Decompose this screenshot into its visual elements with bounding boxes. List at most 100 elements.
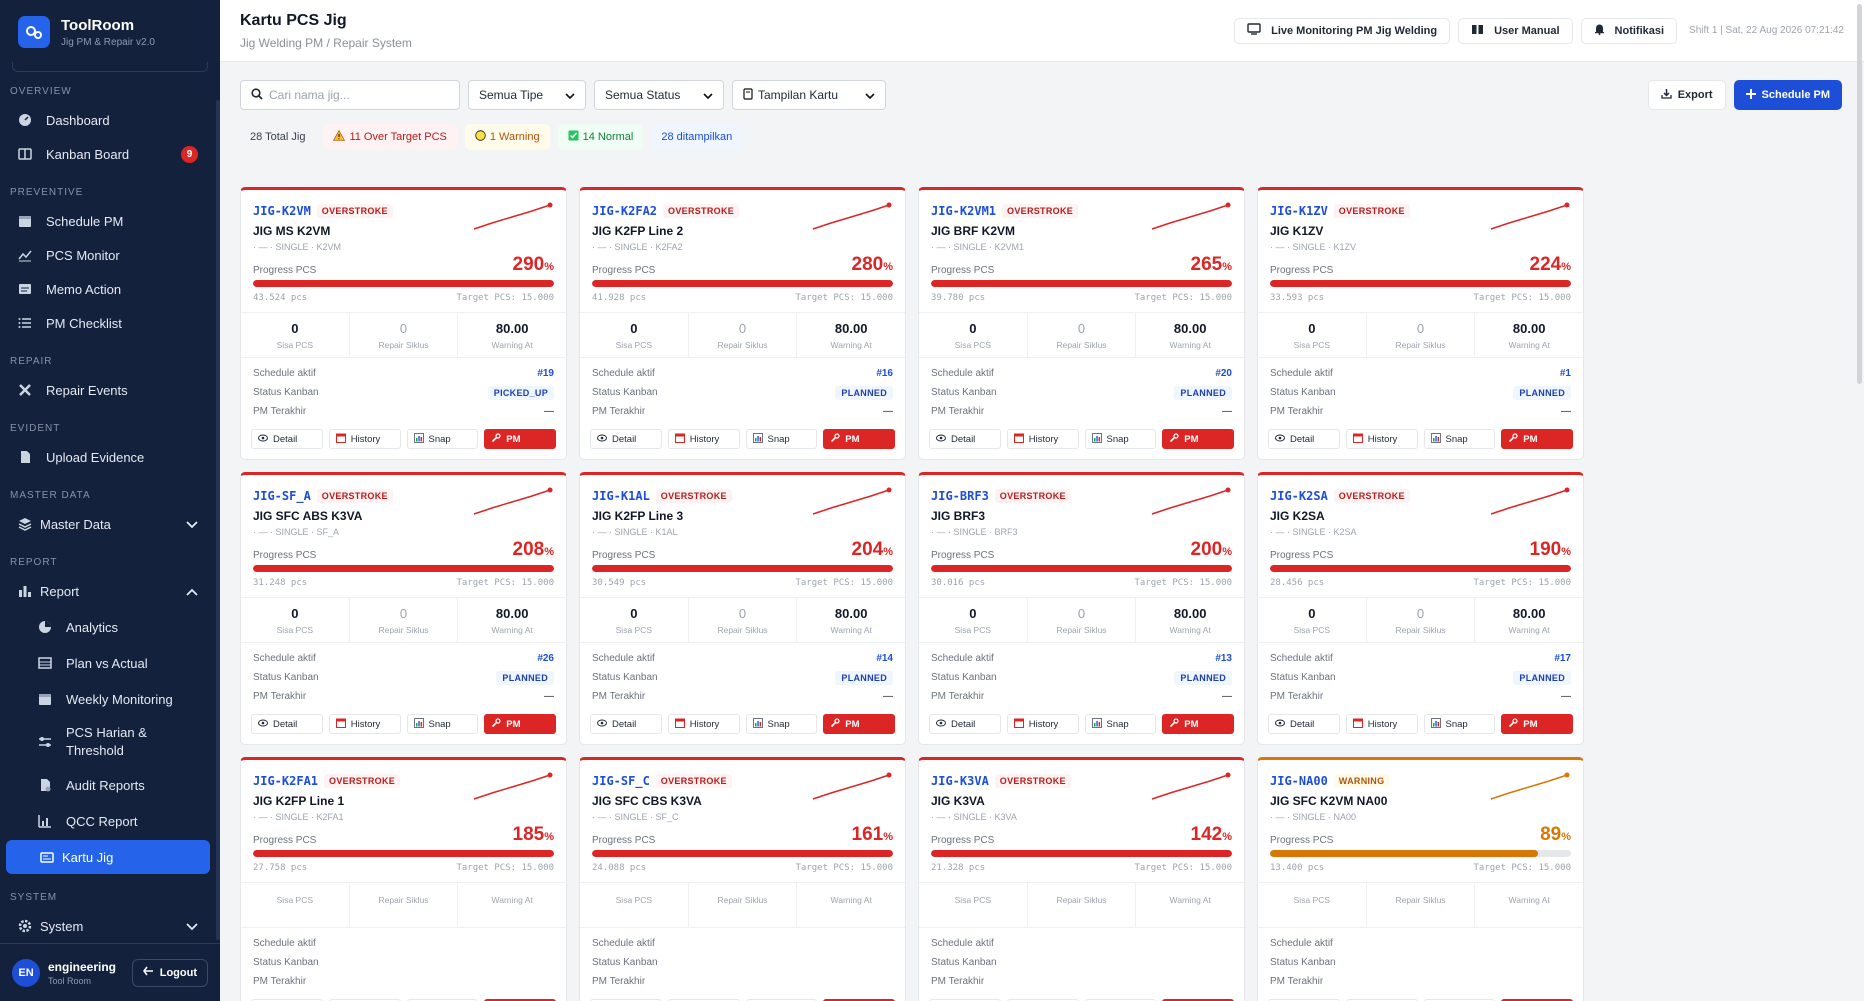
jig-card[interactable]: JIG-K2FA1 OVERSTROKE JIG K2FP Line 1 · — …: [240, 757, 567, 1001]
brand[interactable]: ToolRoom Jig PM & Repair v2.0: [0, 0, 220, 62]
schedule-link[interactable]: #13: [1215, 653, 1232, 664]
jig-card[interactable]: JIG-BRF3 OVERSTROKE JIG BRF3 · — · SINGLE…: [918, 472, 1245, 745]
sidebar-item-label: Kartu Jig: [62, 849, 114, 865]
main-scrollbar[interactable]: [1857, 4, 1862, 384]
sidebar-item-weekly-monitoring[interactable]: Weekly Monitoring: [0, 682, 220, 716]
jig-card[interactable]: JIG-SF_C OVERSTROKE JIG SFC CBS K3VA · — …: [579, 757, 906, 1001]
view-select[interactable]: Tampilan Kartu: [732, 80, 886, 110]
kpi-repair: 0 Repair Siklus: [1367, 598, 1476, 642]
snap-button[interactable]: Snap: [406, 429, 479, 449]
live-monitoring-button[interactable]: Live Monitoring PM Jig Welding: [1234, 17, 1451, 44]
snap-button[interactable]: Snap: [406, 714, 479, 734]
layers-icon: [16, 515, 34, 533]
sidebar-item-pm-checklist[interactable]: PM Checklist: [0, 306, 220, 340]
sidebar-item-upload-evidence[interactable]: Upload Evidence: [0, 440, 220, 474]
jig-card[interactable]: JIG-K1ZV OVERSTROKE JIG K1ZV · — · SINGLE…: [1257, 187, 1584, 460]
export-button[interactable]: Export: [1647, 80, 1726, 110]
schedule-link[interactable]: #16: [876, 368, 893, 379]
sidebar-item-pcs-monitor[interactable]: PCS Monitor: [0, 238, 220, 272]
type-select[interactable]: Semua Tipe: [468, 80, 586, 110]
schedule-link[interactable]: #26: [537, 653, 554, 664]
detail-button[interactable]: Detail: [929, 429, 1001, 449]
pm-button[interactable]: PM: [1501, 429, 1573, 449]
sidebar-item-schedule-pm[interactable]: Schedule PM: [0, 204, 220, 238]
pm-last-label: PM Terakhir: [592, 976, 646, 987]
schedule-link[interactable]: #17: [1554, 653, 1571, 664]
percent-sign: %: [1222, 831, 1232, 843]
history-button[interactable]: History: [328, 714, 401, 734]
detail-button[interactable]: Detail: [590, 714, 662, 734]
pm-button[interactable]: PM: [823, 714, 895, 734]
pm-button[interactable]: PM: [484, 714, 556, 734]
schedule-link[interactable]: #1: [1560, 368, 1571, 379]
detail-button[interactable]: Detail: [251, 714, 323, 734]
search-input[interactable]: Cari nama jig...: [240, 80, 460, 110]
jig-card[interactable]: JIG-NA00 WARNING JIG SFC K2VM NA00 · — · …: [1257, 757, 1584, 1001]
jig-card[interactable]: JIG-SF_A OVERSTROKE JIG SFC ABS K3VA · — …: [240, 472, 567, 745]
sidebar-item-label: Repair Events: [46, 382, 128, 398]
sidebar-item-kanban[interactable]: Kanban Board 9: [0, 137, 220, 171]
jig-card[interactable]: JIG-K2FA2 OVERSTROKE JIG K2FP Line 2 · — …: [579, 187, 906, 460]
snap-button[interactable]: Snap: [1084, 429, 1157, 449]
pm-button[interactable]: PM: [823, 429, 895, 449]
user-manual-button[interactable]: User Manual: [1458, 17, 1573, 44]
sidebar-item-system[interactable]: System: [0, 909, 220, 943]
jig-card[interactable]: JIG-K2SA OVERSTROKE JIG K2SA · — · SINGLE…: [1257, 472, 1584, 745]
sidebar-item-plan-vs-actual[interactable]: Plan vs Actual: [0, 646, 220, 680]
status-select[interactable]: Semua Status: [594, 80, 724, 110]
snap-button[interactable]: Snap: [1084, 714, 1157, 734]
detail-label: Detail: [612, 718, 637, 730]
history-button[interactable]: History: [667, 429, 740, 449]
snap-button[interactable]: Snap: [1423, 714, 1496, 734]
sidebar-item-analytics[interactable]: Analytics: [0, 610, 220, 644]
schedule-link[interactable]: #20: [1215, 368, 1232, 379]
sidebar: ToolRoom Jig PM & Repair v2.0 OVERVIEW D…: [0, 0, 220, 1001]
jig-card[interactable]: JIG-K2VM1 OVERSTROKE JIG BRF K2VM · — · S…: [918, 187, 1245, 460]
jig-code: JIG-SF_A: [253, 489, 311, 503]
history-button[interactable]: History: [1345, 714, 1418, 734]
eye-icon: [1275, 719, 1285, 730]
history-button[interactable]: History: [328, 429, 401, 449]
logout-label: Logout: [159, 966, 197, 979]
history-button[interactable]: History: [667, 714, 740, 734]
pm-button[interactable]: PM: [1162, 429, 1234, 449]
detail-button[interactable]: Detail: [590, 429, 662, 449]
sidebar-item-report[interactable]: Report: [0, 574, 220, 608]
logout-button[interactable]: Logout: [131, 958, 208, 987]
history-button[interactable]: History: [1345, 429, 1418, 449]
jig-card[interactable]: JIG-K2VM OVERSTROKE JIG MS K2VM · — · SIN…: [240, 187, 567, 460]
chevron-down-icon: [865, 88, 875, 102]
sidebar-item-kartu-jig[interactable]: Kartu Jig: [6, 840, 210, 874]
target-pcs: Target PCS: 15.000: [456, 578, 554, 588]
pm-button[interactable]: PM: [1501, 714, 1573, 734]
detail-button[interactable]: Detail: [1268, 429, 1340, 449]
sidebar-item-audit-reports[interactable]: Audit Reports: [0, 768, 220, 802]
snap-button[interactable]: Snap: [745, 714, 818, 734]
jig-card[interactable]: JIG-K3VA OVERSTROKE JIG K3VA · — · SINGLE…: [918, 757, 1245, 1001]
schedule-pm-button[interactable]: Schedule PM: [1733, 80, 1842, 110]
detail-button[interactable]: Detail: [929, 714, 1001, 734]
sidebar-item-dashboard[interactable]: Dashboard: [0, 103, 220, 137]
notifications-button[interactable]: Notifikasi: [1580, 17, 1678, 44]
schedule-link[interactable]: #19: [537, 368, 554, 379]
pm-button[interactable]: PM: [484, 429, 556, 449]
pm-button[interactable]: PM: [1162, 714, 1234, 734]
snap-label: Snap: [1445, 718, 1468, 730]
sidebar-item-repair-events[interactable]: Repair Events: [0, 373, 220, 407]
sidebar-item-qcc-report[interactable]: QCC Report: [0, 804, 220, 838]
trend-sparkline: [812, 772, 892, 800]
detail-button[interactable]: Detail: [251, 429, 323, 449]
snap-button[interactable]: Snap: [745, 429, 818, 449]
snap-button[interactable]: Snap: [1423, 429, 1496, 449]
sidebar-item-memo-action[interactable]: Memo Action: [0, 272, 220, 306]
progress-bar: [1270, 280, 1571, 287]
detail-button[interactable]: Detail: [1268, 714, 1340, 734]
history-button[interactable]: History: [1006, 429, 1079, 449]
jig-card[interactable]: JIG-K1AL OVERSTROKE JIG K2FP Line 3 · — ·…: [579, 472, 906, 745]
calendar-icon: [674, 718, 685, 731]
sidebar-item-pcs-harian[interactable]: PCS Harian & Threshold: [0, 716, 220, 768]
sidebar-item-master-data[interactable]: Master Data: [0, 507, 220, 541]
schedule-link[interactable]: #14: [876, 653, 893, 664]
history-button[interactable]: History: [1006, 714, 1079, 734]
kpi-sisa-value: 0: [291, 606, 299, 621]
